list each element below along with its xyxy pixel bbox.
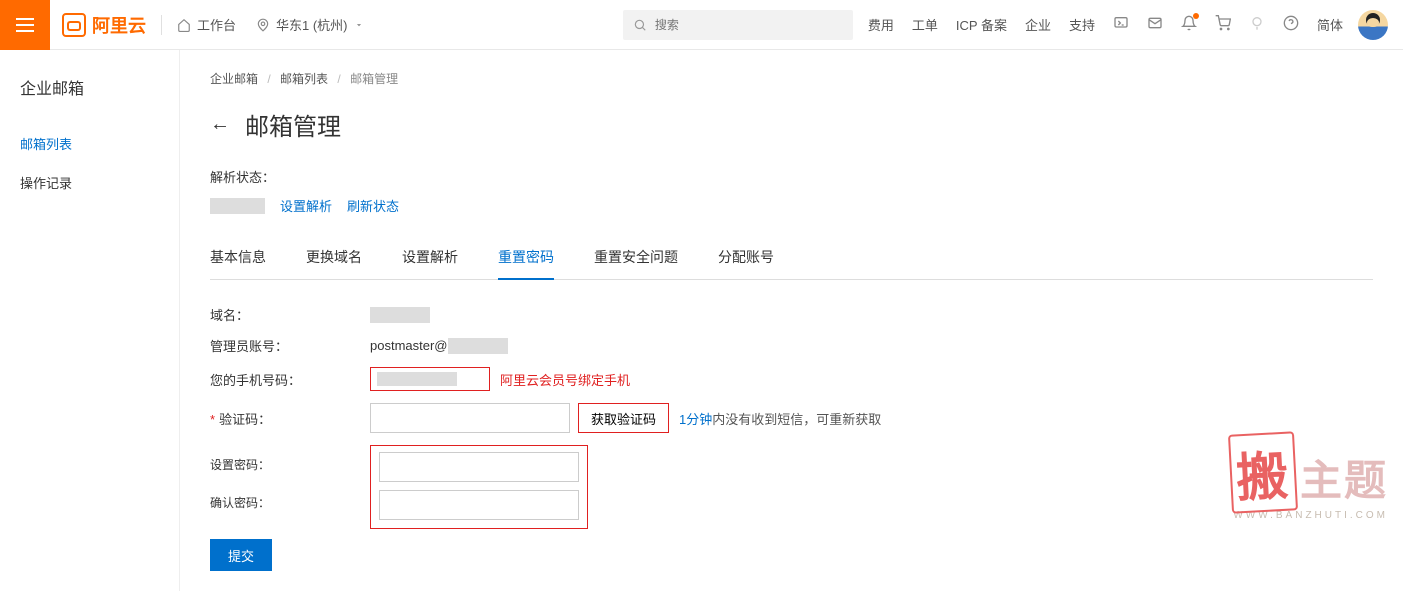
refresh-status-link[interactable]: 刷新状态 [347, 196, 399, 215]
admin-label: 管理员账号： [210, 336, 370, 355]
region-selector[interactable]: 华东1 (杭州) [256, 15, 370, 34]
help-icon[interactable] [1283, 15, 1299, 34]
hamburger-menu[interactable] [0, 0, 50, 50]
notification-icon[interactable] [1181, 15, 1197, 34]
tabs: 基本信息 更换域名 设置解析 重置密码 重置安全问题 分配账号 [210, 235, 1373, 280]
avatar[interactable] [1358, 10, 1388, 40]
breadcrumb: 企业邮箱 / 邮箱列表 / 邮箱管理 [210, 70, 1373, 87]
sidebar-item-operation-log[interactable]: 操作记录 [0, 163, 179, 202]
code-hint: 1分钟内没有收到短信，可重新获取 [679, 409, 881, 428]
cloud-shell-icon[interactable] [1113, 15, 1129, 34]
nav-enterprise[interactable]: 企业 [1025, 15, 1051, 34]
workbench-link[interactable]: 工作台 [177, 15, 236, 34]
phone-hint: 阿里云会员号绑定手机 [500, 370, 630, 389]
password-inputs-highlight [370, 445, 588, 529]
notification-badge [1193, 13, 1199, 19]
search-box[interactable] [623, 10, 853, 40]
set-password-label: 设置密码： [210, 445, 370, 483]
cart-icon[interactable] [1215, 15, 1231, 34]
logo[interactable]: 阿里云 [62, 12, 146, 38]
redacted-status [210, 198, 265, 214]
home-icon [177, 18, 191, 32]
phone-box [370, 367, 490, 391]
tab-set-dns[interactable]: 设置解析 [402, 235, 458, 279]
tab-reset-security[interactable]: 重置安全问题 [594, 235, 678, 279]
nav-fees[interactable]: 费用 [868, 15, 894, 34]
confirm-password-input[interactable] [379, 490, 579, 520]
redacted-domain [370, 307, 430, 323]
tab-assign-account[interactable]: 分配账号 [718, 235, 774, 279]
nav-support[interactable]: 支持 [1069, 15, 1095, 34]
submit-button[interactable]: 提交 [210, 539, 272, 571]
redacted-admin-domain [448, 338, 508, 354]
divider [161, 15, 162, 35]
domain-label: 域名： [210, 305, 370, 324]
confirm-password-label: 确认密码： [210, 483, 370, 521]
search-icon [633, 18, 647, 32]
breadcrumb-current: 邮箱管理 [350, 72, 398, 86]
message-icon[interactable] [1147, 15, 1163, 34]
sidebar-title: 企业邮箱 [0, 75, 179, 99]
logo-text: 阿里云 [92, 12, 146, 38]
page-title-text: 邮箱管理 [245, 107, 341, 142]
language-selector[interactable]: 简体 [1317, 15, 1343, 34]
tab-reset-password[interactable]: 重置密码 [498, 235, 554, 279]
get-code-button[interactable]: 获取验证码 [578, 403, 669, 433]
idea-icon[interactable] [1249, 15, 1265, 34]
search-input[interactable] [655, 18, 843, 32]
phone-label: 您的手机号码： [210, 370, 370, 389]
page-title: ← 邮箱管理 [210, 107, 1373, 142]
hamburger-icon [16, 18, 34, 32]
nav-tickets[interactable]: 工单 [912, 15, 938, 34]
region-label: 华东1 (杭州) [276, 15, 348, 34]
workbench-label: 工作台 [197, 15, 236, 34]
set-password-input[interactable] [379, 452, 579, 482]
breadcrumb-item[interactable]: 企业邮箱 [210, 72, 258, 86]
back-arrow-icon[interactable]: ← [210, 113, 230, 136]
code-input[interactable] [370, 403, 570, 433]
code-label: *验证码： [210, 409, 370, 428]
redacted-phone [377, 372, 457, 386]
logo-icon [62, 13, 86, 37]
location-icon [256, 18, 270, 32]
status-label: 解析状态： [210, 167, 275, 186]
tab-basic-info[interactable]: 基本信息 [210, 235, 266, 279]
sidebar-item-mailbox-list[interactable]: 邮箱列表 [0, 124, 179, 163]
breadcrumb-item[interactable]: 邮箱列表 [280, 72, 328, 86]
set-dns-link[interactable]: 设置解析 [280, 196, 332, 215]
chevron-down-icon [354, 20, 364, 30]
tab-change-domain[interactable]: 更换域名 [306, 235, 362, 279]
admin-value: postmaster@ [370, 338, 448, 353]
nav-icp[interactable]: ICP 备案 [956, 15, 1007, 34]
